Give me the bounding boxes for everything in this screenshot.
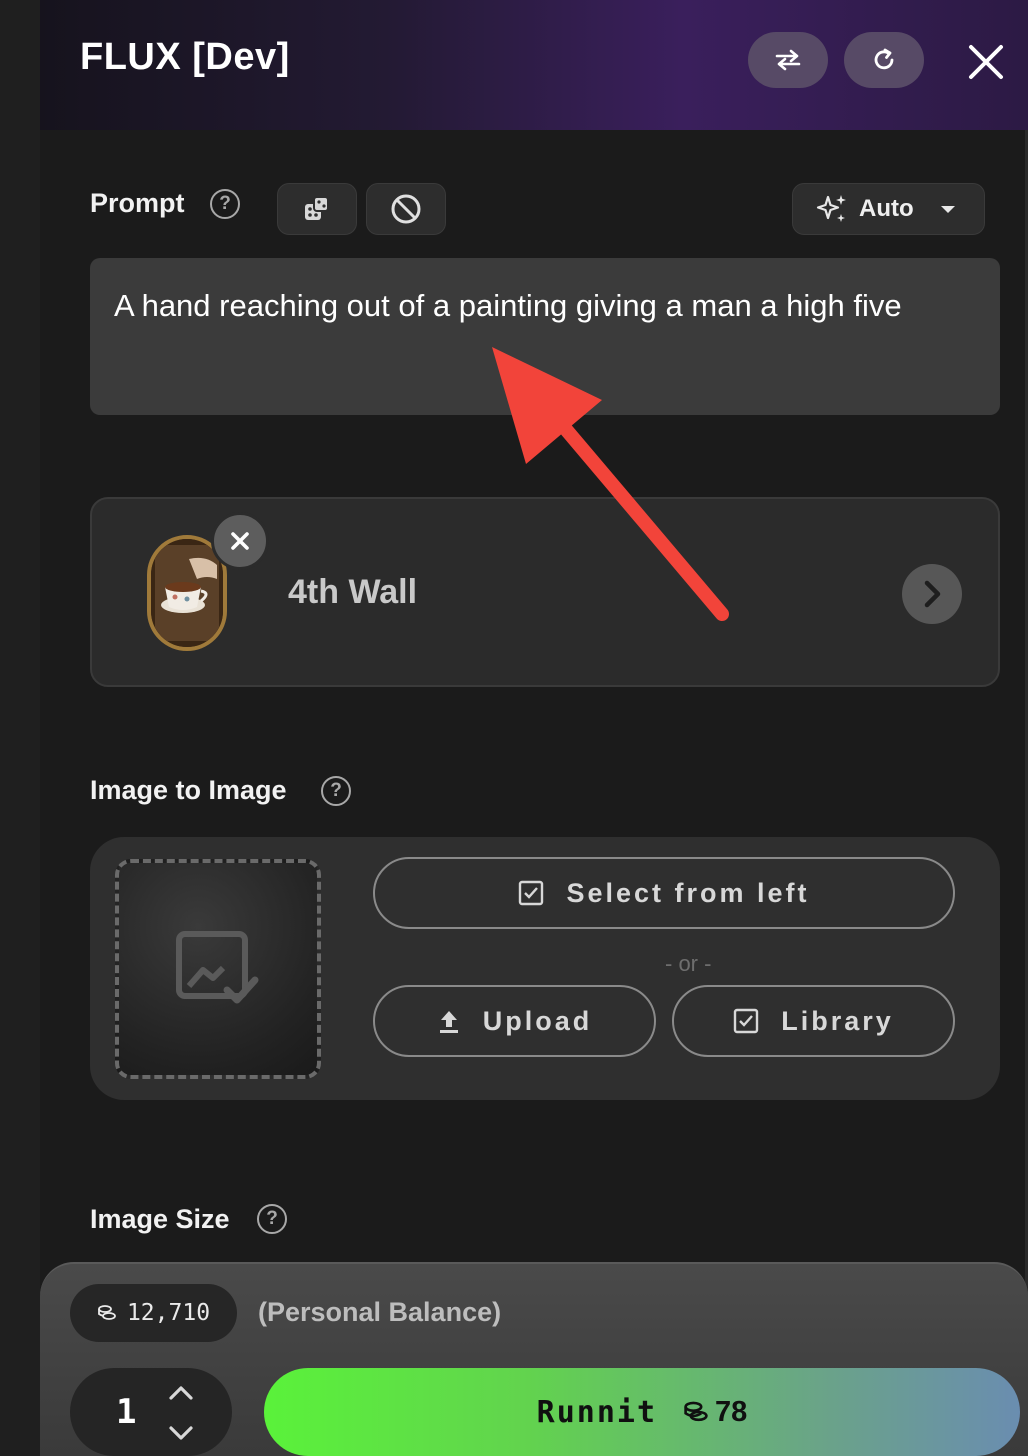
refresh-button[interactable] <box>844 32 924 88</box>
left-edge-strip <box>0 0 40 1456</box>
runnit-label: Runnit <box>536 1394 658 1430</box>
image-check-icon <box>176 931 259 1004</box>
image-dropzone[interactable] <box>115 859 321 1079</box>
teacup-painting-image <box>151 539 223 647</box>
coins-icon <box>684 1401 708 1422</box>
image-size-help-icon[interactable]: ? <box>257 1204 287 1234</box>
select-from-left-label: Select from left <box>566 877 810 908</box>
refresh-icon <box>874 48 894 70</box>
swap-button[interactable] <box>748 32 828 88</box>
upload-icon <box>439 1011 458 1033</box>
prompt-enhance-dropdown[interactable]: Auto <box>792 183 985 235</box>
library-button[interactable]: Library <box>672 985 955 1057</box>
dice-icon <box>305 196 329 220</box>
library-label: Library <box>781 1005 894 1036</box>
image-to-image-help-icon[interactable]: ? <box>321 776 351 806</box>
coins-icon <box>98 1305 116 1320</box>
style-name: 4th Wall <box>288 573 418 611</box>
chevron-right-icon <box>924 580 941 608</box>
checkbox-icon <box>519 880 544 906</box>
prompt-label: Prompt <box>90 188 185 218</box>
balance-value: 12,710 <box>126 1300 211 1326</box>
run-cost-value: 78 <box>715 1395 748 1428</box>
clear-prompt-button[interactable] <box>366 183 446 235</box>
runnit-button[interactable]: Runnit 78 <box>264 1368 1020 1456</box>
balance-badge: 12,710 <box>70 1284 237 1342</box>
model-title: FLUX [Dev] <box>80 36 290 78</box>
upload-button[interactable]: Upload <box>373 985 656 1057</box>
upload-label: Upload <box>482 1005 593 1036</box>
prompt-mode-value: Auto <box>859 195 914 222</box>
random-prompt-button[interactable] <box>277 183 357 235</box>
style-card[interactable]: 4th Wall <box>90 497 1000 687</box>
image-to-image-panel: Select from left - or - Upload Library <box>90 837 1000 1100</box>
balance-label: (Personal Balance) <box>258 1297 502 1327</box>
sparkle-icon <box>816 195 846 222</box>
caret-down-icon <box>940 206 955 213</box>
image-to-image-label: Image to Image <box>90 775 287 805</box>
block-icon <box>391 194 421 224</box>
select-from-left-button[interactable]: Select from left <box>373 857 955 929</box>
quantity-stepper[interactable]: 1 <box>70 1368 232 1456</box>
stepper-arrows-icon[interactable] <box>166 1382 196 1444</box>
prompt-help-icon[interactable]: ? <box>210 189 240 219</box>
close-icon <box>969 45 1003 79</box>
close-icon <box>231 532 249 550</box>
prompt-input[interactable]: A hand reaching out of a painting giving… <box>90 258 1000 415</box>
run-cost: 78 <box>683 1396 747 1429</box>
image-size-label: Image Size <box>90 1204 230 1234</box>
quantity-value: 1 <box>116 1392 137 1432</box>
style-open-button[interactable] <box>902 564 962 624</box>
or-separator: - or - <box>665 951 712 976</box>
remove-style-button[interactable] <box>211 512 269 570</box>
swap-arrows-icon <box>775 49 801 71</box>
checkbox-icon <box>734 1008 759 1034</box>
close-button[interactable] <box>960 36 1012 88</box>
